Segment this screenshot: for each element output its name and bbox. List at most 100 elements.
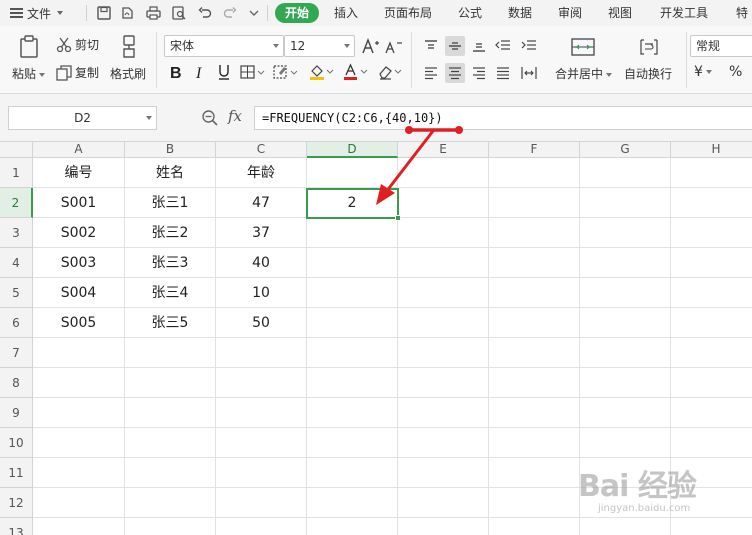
fill-handle[interactable] [395,215,401,221]
cell[interactable]: 张三3 [125,248,216,278]
cell[interactable] [307,518,398,535]
cell[interactable]: 50 [216,308,307,338]
row-header[interactable]: 13 [0,518,33,535]
row-header[interactable]: 3 [0,218,33,248]
format-painter-button[interactable]: 格式刷 [110,65,146,82]
tab-data[interactable]: 数据 [508,3,532,23]
cell[interactable] [398,458,489,488]
undo-icon[interactable] [196,4,214,22]
tab-special[interactable]: 特 [736,3,748,23]
underline-icon[interactable] [214,62,234,82]
paste-icon[interactable] [16,34,42,60]
cell[interactable]: 张三2 [125,218,216,248]
cell[interactable] [671,278,752,308]
cell[interactable] [398,278,489,308]
save-icon[interactable] [95,4,113,22]
row-header[interactable]: 9 [0,398,33,428]
tab-page-layout[interactable]: 页面布局 [384,3,432,23]
cell[interactable] [489,488,580,518]
cell[interactable] [33,428,125,458]
cell[interactable]: 张三4 [125,278,216,308]
cell[interactable]: 40 [216,248,307,278]
percent-format-button[interactable]: % [729,64,742,80]
cell[interactable] [216,458,307,488]
cell[interactable]: 37 [216,218,307,248]
cell[interactable] [671,428,752,458]
cell[interactable] [307,308,398,338]
cell[interactable] [307,338,398,368]
cell[interactable] [307,278,398,308]
cell[interactable]: 编号 [33,158,125,188]
cell[interactable] [580,278,671,308]
row-header[interactable]: 6 [0,308,33,338]
font-size-select[interactable]: 12 [284,35,355,57]
row-header[interactable]: 10 [0,428,33,458]
cell[interactable] [216,368,307,398]
align-left-icon[interactable] [421,63,441,83]
row-header[interactable]: 7 [0,338,33,368]
fill-color-icon[interactable] [308,62,336,82]
font-color-icon[interactable] [342,62,370,82]
distributed-icon[interactable] [519,63,539,83]
number-format-select[interactable]: 常规 [690,35,752,57]
cell[interactable]: S001 [33,188,125,218]
cell[interactable] [307,218,398,248]
tab-view[interactable]: 视图 [608,3,632,23]
file-menu-button[interactable]: 文件 [10,4,64,22]
row-header[interactable]: 2 [0,188,33,218]
cell[interactable] [671,248,752,278]
cell[interactable] [398,308,489,338]
cell[interactable] [307,368,398,398]
row-header[interactable]: 11 [0,458,33,488]
cell[interactable] [216,398,307,428]
cell[interactable] [398,398,489,428]
redo-icon[interactable] [221,4,239,22]
cell[interactable]: 10 [216,278,307,308]
insert-function-button[interactable]: fx [228,107,242,125]
column-header-c[interactable]: C [216,142,307,158]
tab-developer[interactable]: 开发工具 [660,3,708,23]
column-header-e[interactable]: E [398,142,489,158]
italic-icon[interactable]: I [190,62,210,82]
align-top-icon[interactable] [421,36,441,56]
cell[interactable] [125,398,216,428]
merge-center-icon[interactable] [568,35,598,59]
name-box[interactable]: D2 [8,106,157,130]
cell[interactable] [307,428,398,458]
cell[interactable]: S004 [33,278,125,308]
cell[interactable] [671,188,752,218]
cell[interactable] [33,398,125,428]
cell[interactable] [398,428,489,458]
column-header-a[interactable]: A [33,142,125,158]
cell[interactable] [398,518,489,535]
cell[interactable] [125,428,216,458]
cell[interactable] [398,158,489,188]
cell[interactable] [671,158,752,188]
cell[interactable] [216,338,307,368]
align-middle-icon[interactable] [445,36,465,56]
tab-insert[interactable]: 插入 [334,3,358,23]
cell[interactable] [33,338,125,368]
cell[interactable] [125,488,216,518]
cell[interactable] [671,308,752,338]
cell[interactable] [398,248,489,278]
cell[interactable] [398,488,489,518]
copy-button[interactable]: 复制 [56,64,99,81]
cell[interactable]: 姓名 [125,158,216,188]
cell[interactable] [489,428,580,458]
borders-icon[interactable] [239,62,267,82]
cell[interactable] [580,338,671,368]
cell[interactable] [580,368,671,398]
font-family-select[interactable]: 宋体 [164,35,284,57]
formula-input[interactable]: =FREQUENCY(C2:C6,{40,10}) [254,106,752,130]
cell[interactable]: 张三5 [125,308,216,338]
row-header[interactable]: 12 [0,488,33,518]
align-right-icon[interactable] [469,63,489,83]
cell[interactable] [33,488,125,518]
tab-home[interactable]: 开始 [275,3,320,23]
cell[interactable] [398,368,489,398]
cell[interactable] [489,308,580,338]
cell[interactable] [489,248,580,278]
cut-button[interactable]: 剪切 [56,36,99,53]
cell[interactable] [307,458,398,488]
